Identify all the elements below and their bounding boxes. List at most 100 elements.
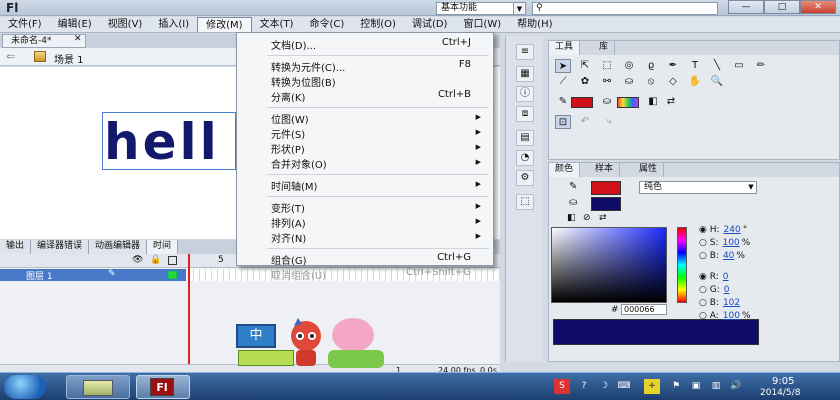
scene-panel-icon[interactable]: ⬚ [516,194,534,210]
radio-icon[interactable]: ○ [699,238,710,248]
menu-item-8[interactable]: 调试(D) [404,17,456,32]
align-panel-icon[interactable]: ≡ [516,44,534,60]
color-channel-value[interactable]: 40 [723,251,734,261]
tab-library[interactable]: 库 [593,41,616,55]
radio-icon[interactable]: ◉ [699,225,710,235]
plus-icon[interactable]: + [644,379,660,394]
clock-time[interactable]: 9:05 [772,376,794,387]
lock-icon[interactable]: 🔒 [150,255,161,265]
security-icon[interactable]: ▣ [688,379,704,394]
stroke-color-icon[interactable]: ✎ [555,95,571,109]
chevron-down-icon[interactable]: ▼ [745,181,757,194]
bone-tool-icon[interactable]: ⚯ [599,75,615,89]
modify-menu-item[interactable]: 时间轴(M) ▶ [237,178,493,193]
smooth-icon[interactable]: ⤷ [601,115,617,129]
hue-slider[interactable] [677,227,687,303]
help-icon[interactable]: ? [576,379,592,394]
snap-icon[interactable]: ↶ [577,115,593,129]
menu-item-5[interactable]: 文本(T) [252,17,302,32]
swap-colors-icon[interactable]: ⇄ [663,95,679,109]
layer-color-icon[interactable] [168,271,177,279]
color-channel-value[interactable]: 0 [724,285,730,295]
no-color-icon[interactable]: ⊘ [583,213,591,223]
eraser-tool-icon[interactable]: ◇ [665,75,681,89]
menu-item-10[interactable]: 帮助(H) [509,17,560,32]
tab-color[interactable]: 颜色 [549,163,581,177]
outline-icon[interactable] [168,256,177,265]
components-icon[interactable]: ⚙ [516,170,534,186]
menu-item-1[interactable]: 编辑(E) [50,17,100,32]
paint-bucket-tool-icon[interactable]: ⛀ [621,75,637,89]
modify-menu-item[interactable]: 位图(W) ▶ [237,111,493,126]
keyboard-icon[interactable]: ⌨ [616,379,632,394]
stroke-color-chip[interactable] [571,97,593,108]
color-panel-icon[interactable]: ▦ [516,66,534,82]
text-tool-icon[interactable]: T [687,59,703,73]
fill-color-chip[interactable] [617,97,639,108]
radio-icon[interactable]: ◉ [699,272,710,282]
radio-icon[interactable]: ○ [699,285,710,295]
radio-icon[interactable]: ○ [699,298,710,308]
minimize-button[interactable]: — [728,0,764,14]
volume-icon[interactable]: 🔊 [728,379,744,394]
radio-icon[interactable]: ○ [699,311,710,321]
color-channel-value[interactable]: 100 [723,311,740,321]
menu-item-7[interactable]: 控制(O) [352,17,404,32]
fill-bucket-icon[interactable]: ⛀ [569,197,577,208]
modify-menu-item[interactable]: 转换为位图(B) [237,74,493,89]
selection-tool-icon[interactable]: ➤ [555,59,571,73]
swap-colors-icon[interactable]: ⇄ [599,213,607,223]
tab-swatches[interactable]: 样本 [589,163,621,177]
modify-menu-item[interactable]: 文档(D)... Ctrl+J [237,37,493,52]
fill-type-select[interactable]: 纯色 [639,181,757,194]
modify-menu-item[interactable]: 对齐(N) ▶ [237,230,493,245]
stage-text[interactable]: hell [104,113,220,171]
color-picker-field[interactable] [551,227,667,303]
layer-row[interactable]: 图层 1 ✎ [0,269,186,282]
taskbar-app-explorer[interactable] [66,375,130,399]
zoom-tool-icon[interactable]: 🔍 [709,75,725,89]
hand-tool-icon[interactable]: ✋ [687,75,703,89]
tab-properties[interactable]: 属性 [633,163,665,177]
color-channel-value[interactable]: 100 [722,238,739,248]
playhead[interactable] [188,254,190,364]
line-tool-icon[interactable]: ╲ [709,59,725,73]
menu-item-4[interactable]: 修改(M) [197,17,252,32]
modify-menu-item[interactable]: 转换为元件(C)... F8 [237,59,493,74]
object-drawing-icon[interactable]: ⊡ [555,115,571,129]
menu-item-3[interactable]: 插入(I) [150,17,197,32]
lasso-tool-icon[interactable]: ϱ [643,59,659,73]
tab-motion-editor[interactable]: 动画编辑器 [89,240,148,254]
sogou-input-icon[interactable]: S [554,379,570,394]
close-icon[interactable]: ✕ [74,34,82,44]
modify-menu-item[interactable]: 分离(K) Ctrl+B [237,89,493,104]
menu-item-0[interactable]: 文件(F) [0,17,50,32]
fill-swatch[interactable] [591,197,621,211]
menu-item-6[interactable]: 命令(C) [301,17,352,32]
color-channel-value[interactable]: 240 [724,225,741,235]
modify-menu-item[interactable]: 合并对象(O) ▶ [237,156,493,171]
color-channel-value[interactable]: 102 [723,298,740,308]
library-icon[interactable]: ▤ [516,130,534,146]
3d-rotation-tool-icon[interactable]: ◎ [621,59,637,73]
moon-icon[interactable]: ☽ [596,379,612,394]
stroke-pencil-icon[interactable]: ✎ [569,181,577,192]
modify-menu-item[interactable]: 形状(P) ▶ [237,141,493,156]
tab-tools[interactable]: 工具 [549,41,581,55]
default-colors-icon[interactable]: ◧ [645,95,661,109]
clock-date[interactable]: 2014/5/8 [760,388,800,398]
flash-app-icon[interactable]: Fl [150,378,174,396]
layer-name[interactable]: 图层 1 [26,269,53,282]
modify-menu-item[interactable]: 组合(G) Ctrl+G [237,252,493,267]
menu-item-2[interactable]: 视图(V) [100,17,151,32]
fill-color-icon[interactable]: ⛀ [599,95,615,109]
network-icon[interactable]: ▥ [708,379,724,394]
menu-item-9[interactable]: 窗口(W) [455,17,509,32]
eyedropper-tool-icon[interactable]: ⦸ [643,75,659,89]
start-button[interactable] [4,375,46,399]
modify-menu-item[interactable]: 排列(A) ▶ [237,215,493,230]
deco-tool-icon[interactable]: ✿ [577,75,593,89]
free-transform-tool-icon[interactable]: ⬚ [599,59,615,73]
radio-icon[interactable]: ○ [699,251,710,261]
color-channel-value[interactable]: 0 [723,272,729,282]
